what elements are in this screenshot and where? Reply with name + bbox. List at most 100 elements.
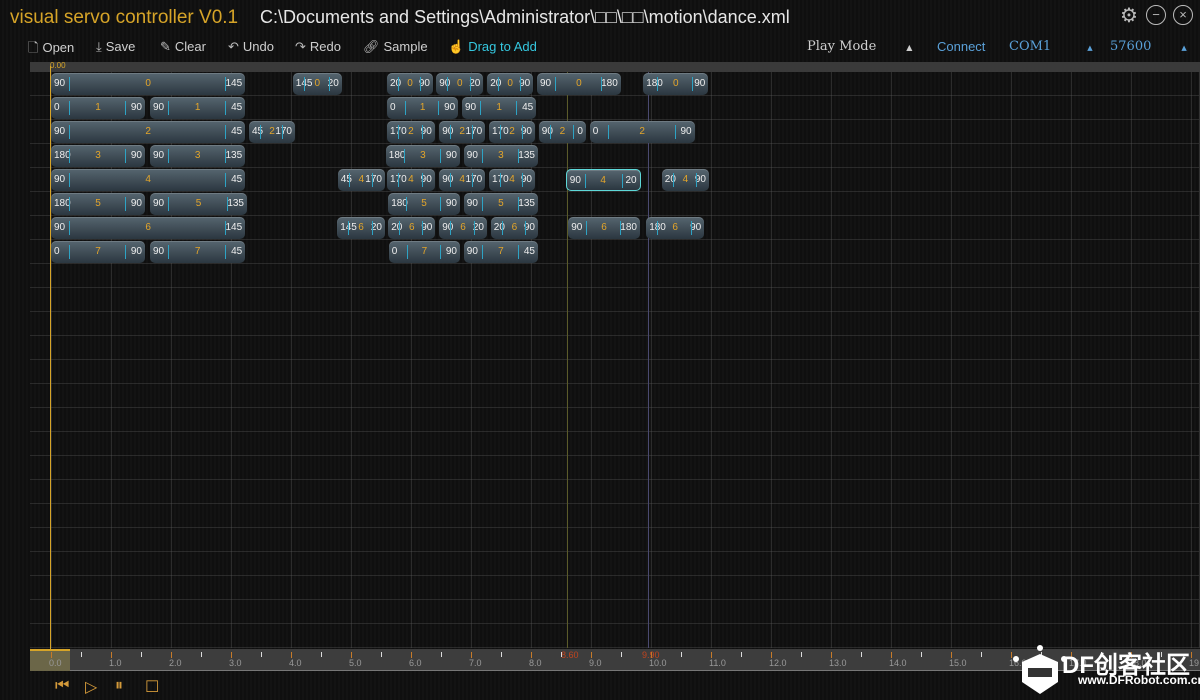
motion-block[interactable]: 90 2 45 [51, 121, 246, 143]
motion-block[interactable]: 20 0 90 [487, 73, 534, 95]
motion-block[interactable]: 180690 [646, 217, 705, 239]
ruler-half-tick [501, 652, 502, 657]
separator [69, 149, 70, 163]
caret-up-icon: ▲ [1087, 44, 1093, 52]
separator [69, 173, 70, 187]
end-angle: 90 [130, 246, 142, 257]
start-angle: 45 [252, 126, 264, 137]
motion-block[interactable]: 90 1 45 [150, 97, 246, 119]
undo-button[interactable]: ↶ Undo [228, 39, 274, 55]
separator [168, 149, 169, 163]
ruler-label: 15.0 [949, 658, 967, 668]
motion-block[interactable]: 20 6 90 [490, 217, 538, 239]
motion-block[interactable]: 90 0 180 [537, 73, 621, 95]
separator [227, 197, 228, 211]
separator [168, 101, 169, 115]
motion-block[interactable]: 90 3 135 [463, 145, 538, 167]
separator [450, 125, 452, 139]
pause-icon[interactable]: ⏸︎ [115, 677, 123, 695]
motion-block[interactable]: 90 0 145 [51, 73, 246, 95]
motion-block[interactable]: 180 5 90 [51, 193, 145, 215]
stop-icon[interactable]: ☐ [145, 677, 159, 697]
motion-block[interactable]: 20 6 90 [388, 217, 436, 239]
servo-index: 0 [407, 78, 413, 89]
motion-block[interactable]: 20 0 90 [387, 73, 433, 95]
ruler-label: 6.0 [409, 658, 422, 668]
motion-block[interactable]: 90 4 45 [51, 169, 246, 191]
motion-block[interactable]: 90 4 20 [565, 169, 641, 191]
separator [422, 221, 424, 235]
motion-block[interactable]: 45 4 170 [337, 169, 385, 191]
motion-block[interactable]: 170490 [387, 169, 435, 191]
playhead[interactable] [50, 66, 51, 652]
motion-block[interactable]: 0 1 90 [387, 97, 459, 119]
start-angle: 90 [465, 102, 477, 113]
servo-index: 7 [95, 246, 101, 257]
separator [555, 77, 556, 91]
clear-button[interactable]: ✎ Clear [160, 39, 206, 55]
motion-block[interactable]: 90 7 45 [463, 241, 538, 263]
separator [600, 77, 602, 91]
motion-block[interactable]: 145620 [337, 217, 385, 239]
start-angle: 20 [664, 174, 676, 185]
motion-block[interactable]: 90 2 170 [439, 121, 486, 143]
motion-block[interactable]: 90 2 0 [538, 121, 586, 143]
rewind-icon[interactable]: ⏮︎ [55, 677, 69, 695]
motion-block[interactable]: 90 1 45 [462, 97, 537, 119]
save-button[interactable]: ⤓ Save [96, 39, 135, 55]
motion-block[interactable]: 45 2 170 [249, 121, 295, 143]
servo-index: 2 [639, 126, 645, 137]
connect-button[interactable]: Connect [937, 39, 985, 54]
motion-block[interactable]: 170290 [489, 121, 535, 143]
servo-index: 2 [269, 126, 275, 137]
separator [674, 125, 676, 139]
motion-block[interactable]: 90 3 135 [150, 145, 246, 167]
motion-block[interactable]: 0 2 90 [589, 121, 695, 143]
motion-block[interactable]: 20 4 90 [661, 169, 709, 191]
motion-block[interactable]: 170290 [387, 121, 435, 143]
motion-block[interactable]: 90 7 45 [150, 241, 246, 263]
separator [607, 125, 609, 139]
close-icon[interactable]: × [1173, 5, 1193, 25]
end-angle: 180 [601, 78, 618, 89]
motion-block[interactable]: 0 7 90 [388, 241, 460, 263]
motion-block[interactable]: 90 5 135 [150, 193, 247, 215]
start-angle: 0 [592, 126, 599, 137]
servo-index: 0 [457, 78, 463, 89]
play-icon[interactable]: ▷ [85, 677, 97, 697]
end-angle: 90 [130, 198, 142, 209]
baud-select[interactable]: 57600 ▲ [1110, 39, 1187, 54]
servo-index: 2 [408, 126, 414, 137]
motion-block[interactable]: 90 6 180 [568, 217, 640, 239]
motion-block[interactable]: 90 6 20 [439, 217, 487, 239]
motion-block[interactable]: 145020 [292, 73, 342, 95]
motion-block[interactable]: 0 7 90 [51, 241, 145, 263]
motion-block[interactable]: 170490 [489, 169, 535, 191]
drag-to-add-button[interactable]: ☝ Drag to Add [448, 39, 537, 55]
motion-block[interactable]: 180 5 90 [388, 193, 460, 215]
port-select[interactable]: COM1 ▲ [1009, 39, 1093, 54]
minimize-icon[interactable]: − [1146, 5, 1166, 25]
motion-block[interactable]: 180 0 90 [643, 73, 709, 95]
motion-block[interactable]: 90 6 145 [51, 217, 246, 239]
motion-block[interactable]: 90 5 135 [463, 193, 538, 215]
top-ruler: 0.00 [30, 61, 1200, 72]
gear-icon[interactable]: ⚙ [1120, 3, 1138, 28]
servo-index: 2 [459, 126, 465, 137]
motion-block[interactable]: 90 4 170 [439, 169, 486, 191]
end-angle: 170 [365, 174, 382, 185]
play-mode-select[interactable]: Play Mode ▲ [807, 39, 912, 54]
motion-block[interactable]: 0 1 90 [51, 97, 145, 119]
open-button[interactable]: 🗋 Open [28, 39, 74, 61]
file-path: C:\Documents and Settings\Administrator\… [260, 7, 790, 27]
ruler-half-tick [681, 652, 682, 657]
separator [398, 77, 399, 91]
redo-button[interactable]: ↷ Redo [295, 39, 341, 55]
motion-block[interactable]: 180 3 90 [385, 145, 460, 167]
separator [522, 173, 523, 187]
sample-button[interactable]: 🔗︎ Sample [363, 39, 428, 55]
separator [691, 221, 693, 235]
separator [125, 197, 126, 211]
motion-block[interactable]: 90 0 20 [436, 73, 484, 95]
motion-block[interactable]: 180 3 90 [51, 145, 145, 167]
